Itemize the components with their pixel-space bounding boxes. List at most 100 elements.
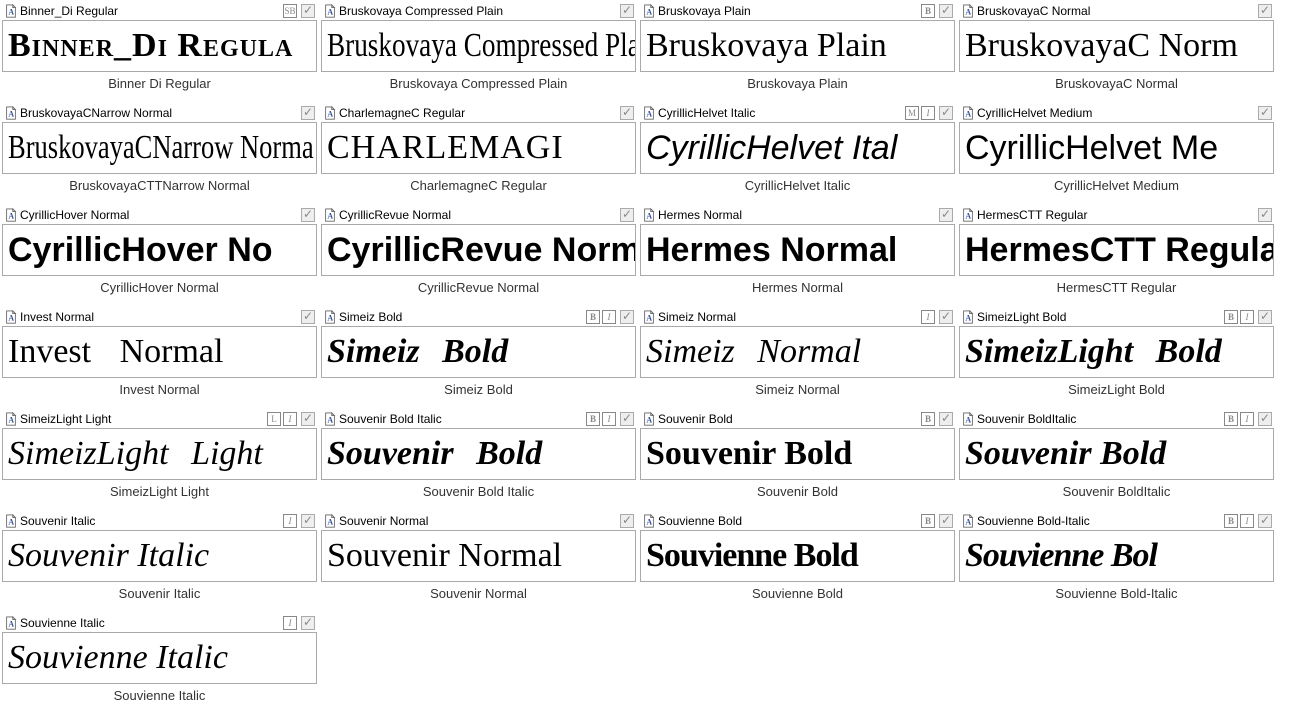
font-preview[interactable]: Simeiz Normal: [640, 326, 955, 378]
font-preview[interactable]: BruskovayaC Norm: [959, 20, 1274, 72]
font-file-icon: A: [323, 310, 337, 324]
font-preview[interactable]: Souvienne Bold: [640, 530, 955, 582]
style-badge-m: M: [905, 106, 919, 120]
font-item[interactable]: A Souvenir NormalSouvenir NormalSouvenir…: [321, 512, 636, 614]
font-item[interactable]: A Simeiz BoldBISimeiz BoldSimeiz Bold: [321, 308, 636, 410]
selection-checkbox[interactable]: [620, 106, 634, 120]
selection-checkbox[interactable]: [301, 106, 315, 120]
font-item[interactable]: A Simeiz NormalISimeiz NormalSimeiz Norm…: [640, 308, 955, 410]
font-item[interactable]: A SimeizLight BoldBISimeizLight BoldSime…: [959, 308, 1274, 410]
font-preview[interactable]: SimeizLight Light: [2, 428, 317, 480]
selection-checkbox[interactable]: [620, 514, 634, 528]
svg-text:A: A: [8, 314, 14, 323]
font-item-header: A HermesCTT Regular: [959, 206, 1274, 224]
selection-checkbox[interactable]: [620, 412, 634, 426]
font-preview[interactable]: Hermes Normal: [640, 224, 955, 276]
selection-checkbox[interactable]: [939, 106, 953, 120]
font-item[interactable]: A SimeizLight LightLISimeizLight LightSi…: [2, 410, 317, 512]
font-item[interactable]: A Bruskovaya Compressed PlainBruskovaya …: [321, 2, 636, 104]
font-preview[interactable]: HermesCTT Regular: [959, 224, 1274, 276]
font-preview[interactable]: Souvenir Normal: [321, 530, 636, 582]
font-item-header: A Souvienne Bold-ItalicBI: [959, 512, 1274, 530]
font-caption: Souvenir BoldItalic: [959, 480, 1274, 499]
font-item-header: A Souvenir BoldItalicBI: [959, 410, 1274, 428]
font-item[interactable]: A BruskovayaC NormalBruskovayaC NormBrus…: [959, 2, 1274, 104]
font-item[interactable]: A Souvenir Bold ItalicBISouvenir BoldSou…: [321, 410, 636, 512]
font-preview[interactable]: CHARLEMAGI: [321, 122, 636, 174]
font-item[interactable]: A CyrillicRevue NormalCyrillicRevue Norm…: [321, 206, 636, 308]
selection-checkbox[interactable]: [1258, 310, 1272, 324]
selection-checkbox[interactable]: [1258, 412, 1272, 426]
font-item[interactable]: A CyrillicHover NormalCyrillicHover NoCy…: [2, 206, 317, 308]
font-name: CyrillicRevue Normal: [339, 208, 616, 222]
font-caption: Hermes Normal: [640, 276, 955, 295]
font-item[interactable]: A Souvienne ItalicISouvienne ItalicSouvi…: [2, 614, 317, 716]
font-preview[interactable]: CyrillicHelvet Ital: [640, 122, 955, 174]
font-preview[interactable]: CyrillicHover No: [2, 224, 317, 276]
font-preview[interactable]: Souvenir Bold: [321, 428, 636, 480]
selection-checkbox[interactable]: [939, 514, 953, 528]
font-item[interactable]: A CyrillicHelvet ItalicMICyrillicHelvet …: [640, 104, 955, 206]
font-preview[interactable]: Souvienne Italic: [2, 632, 317, 684]
font-name: CyrillicHelvet Medium: [977, 106, 1254, 120]
selection-checkbox[interactable]: [301, 208, 315, 222]
selection-checkbox[interactable]: [1258, 4, 1272, 18]
selection-checkbox[interactable]: [301, 4, 315, 18]
selection-checkbox[interactable]: [301, 514, 315, 528]
font-item-header: A Souvenir Normal: [321, 512, 636, 530]
selection-checkbox[interactable]: [301, 616, 315, 630]
selection-checkbox[interactable]: [939, 310, 953, 324]
font-item[interactable]: A Souvienne Bold-ItalicBISouvienne BolSo…: [959, 512, 1274, 614]
font-item[interactable]: A Invest NormalInvest NormalInvest Norma…: [2, 308, 317, 410]
selection-checkbox[interactable]: [301, 310, 315, 324]
font-preview[interactable]: Invest Normal: [2, 326, 317, 378]
font-style-badges: LI: [267, 412, 297, 426]
font-item[interactable]: A CharlemagneC RegularCHARLEMAGICharlema…: [321, 104, 636, 206]
font-preview[interactable]: Souvienne Bol: [959, 530, 1274, 582]
font-caption: Souvenir Normal: [321, 582, 636, 601]
font-item[interactable]: A Binner_Di RegularSBBinner_Di RegulaBin…: [2, 2, 317, 104]
font-preview[interactable]: Simeiz Bold: [321, 326, 636, 378]
font-preview[interactable]: Bruskovaya Compressed Pla: [321, 20, 636, 72]
font-preview[interactable]: SimeizLight Bold: [959, 326, 1274, 378]
selection-checkbox[interactable]: [1258, 208, 1272, 222]
font-preview[interactable]: Binner_Di Regula: [2, 20, 317, 72]
font-item[interactable]: A Souvenir ItalicISouvenir ItalicSouveni…: [2, 512, 317, 614]
selection-checkbox[interactable]: [939, 412, 953, 426]
font-item[interactable]: A Hermes NormalHermes NormalHermes Norma…: [640, 206, 955, 308]
font-file-icon: A: [4, 106, 18, 120]
font-item[interactable]: A Souvenir BoldBSouvenir BoldSouvenir Bo…: [640, 410, 955, 512]
selection-checkbox[interactable]: [1258, 106, 1272, 120]
font-style-badges: BI: [586, 412, 616, 426]
font-caption: CyrillicHover Normal: [2, 276, 317, 295]
font-preview[interactable]: BruskovayaCNarrow Norma: [2, 122, 317, 174]
font-name: Souvenir Bold Italic: [339, 412, 586, 426]
font-item[interactable]: A BruskovayaCNarrow NormalBruskovayaCNar…: [2, 104, 317, 206]
selection-checkbox[interactable]: [301, 412, 315, 426]
font-preview[interactable]: CyrillicRevue Norm: [321, 224, 636, 276]
selection-checkbox[interactable]: [620, 310, 634, 324]
font-preview[interactable]: Bruskovaya Plain: [640, 20, 955, 72]
font-preview[interactable]: Souvenir Italic: [2, 530, 317, 582]
selection-checkbox[interactable]: [939, 208, 953, 222]
svg-text:A: A: [8, 620, 14, 629]
font-name: Bruskovaya Compressed Plain: [339, 4, 616, 18]
font-item[interactable]: A HermesCTT RegularHermesCTT RegularHerm…: [959, 206, 1274, 308]
selection-checkbox[interactable]: [620, 208, 634, 222]
selection-checkbox[interactable]: [1258, 514, 1272, 528]
style-badge-i: I: [1240, 412, 1254, 426]
font-preview[interactable]: Souvenir Bold: [959, 428, 1274, 480]
font-item[interactable]: A CyrillicHelvet MediumCyrillicHelvet Me…: [959, 104, 1274, 206]
font-item-header: A CyrillicHelvet Medium: [959, 104, 1274, 122]
svg-text:A: A: [8, 110, 14, 119]
selection-checkbox[interactable]: [939, 4, 953, 18]
font-item-header: A CyrillicHover Normal: [2, 206, 317, 224]
selection-checkbox[interactable]: [620, 4, 634, 18]
font-preview[interactable]: Souvenir Bold: [640, 428, 955, 480]
font-item[interactable]: A Souvenir BoldItalicBISouvenir BoldSouv…: [959, 410, 1274, 512]
font-preview-text: Bruskovaya Compressed Pla: [327, 29, 636, 63]
font-item[interactable]: A Bruskovaya PlainBBruskovaya PlainBrusk…: [640, 2, 955, 104]
font-preview[interactable]: CyrillicHelvet Me: [959, 122, 1274, 174]
font-item[interactable]: A Souvienne BoldBSouvienne BoldSouvienne…: [640, 512, 955, 614]
font-style-badges: BI: [1224, 310, 1254, 324]
